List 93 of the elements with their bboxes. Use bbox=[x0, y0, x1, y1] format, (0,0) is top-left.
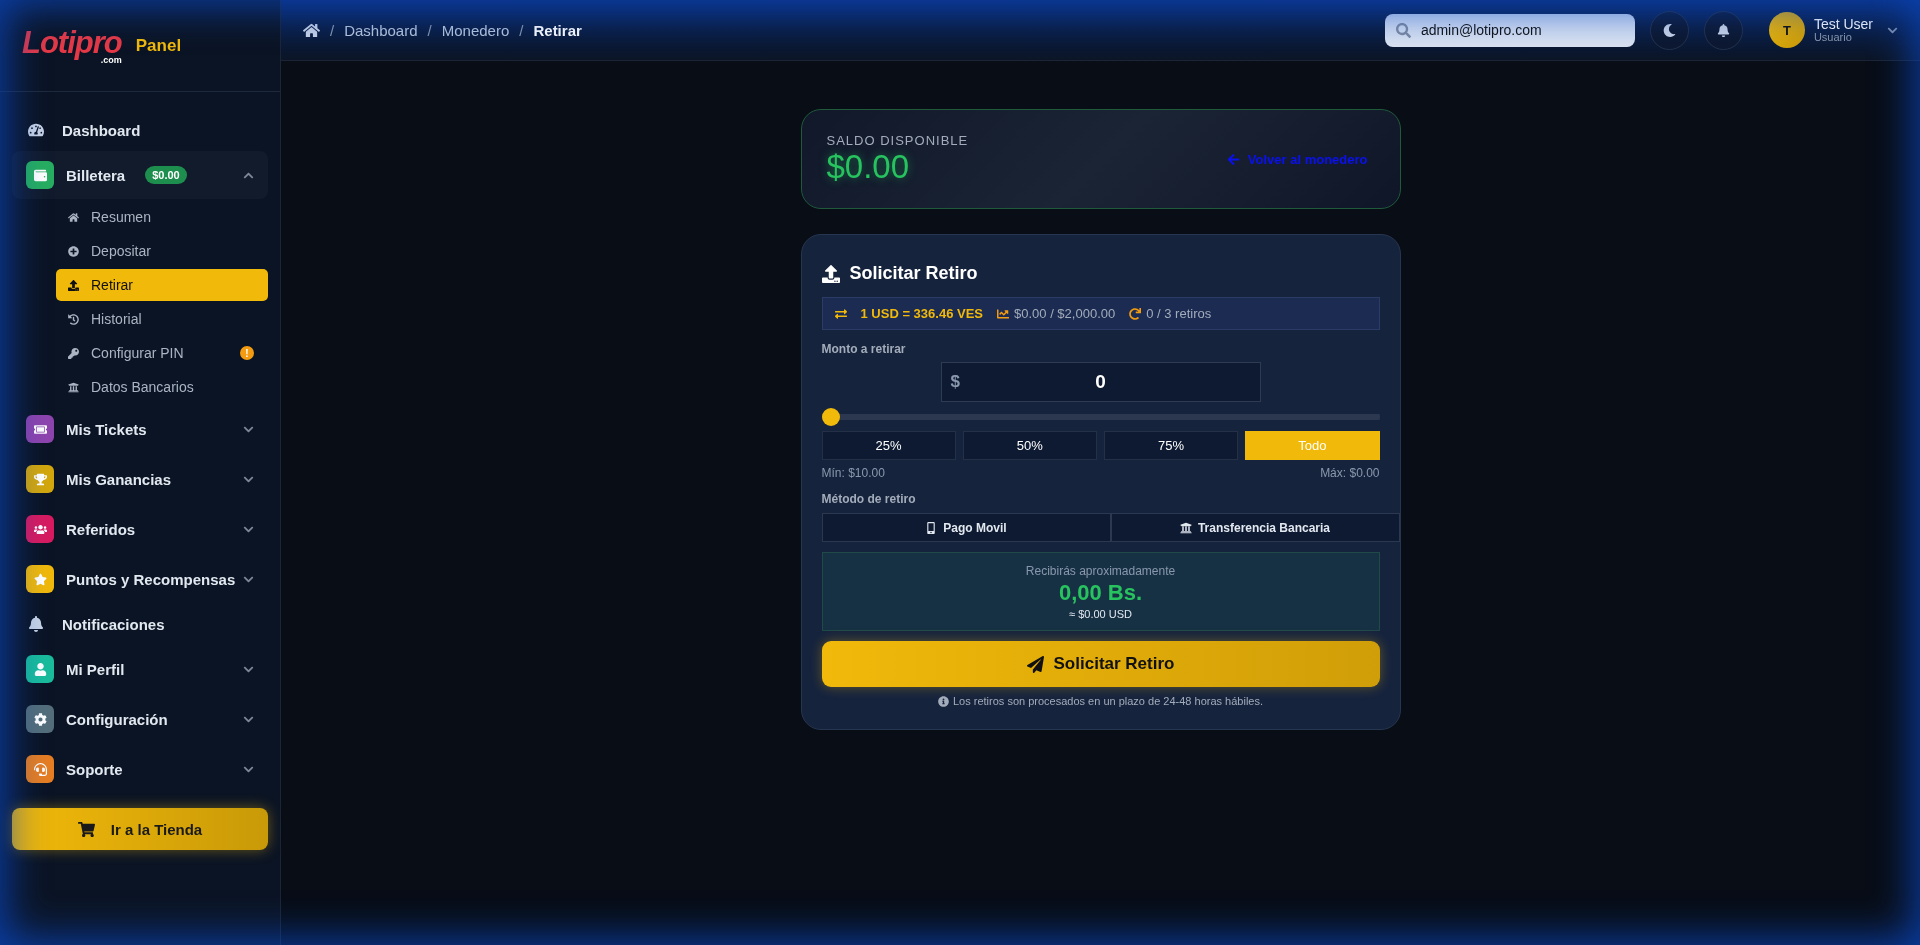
avatar[interactable]: T bbox=[1768, 12, 1805, 48]
field-label: Método de retiro bbox=[821, 492, 917, 506]
balance-label: SALDO DISPONIBLE bbox=[826, 132, 969, 148]
submenu-item[interactable]: Resumen bbox=[56, 201, 268, 233]
submenu-icon bbox=[68, 313, 79, 325]
nav-label: Mi Perfil bbox=[66, 660, 125, 678]
method-option[interactable]: Pago Movil bbox=[821, 513, 1111, 542]
submit-button[interactable]: Solicitar Retiro bbox=[821, 641, 1380, 687]
estimate-usd: ≈ $0.00 USD bbox=[1069, 607, 1132, 620]
estimate-label: Recibirás aproximadamente bbox=[1025, 563, 1176, 578]
exchange-rate: 1 USD = 336.46 VES bbox=[860, 306, 983, 321]
submenu-icon bbox=[68, 381, 79, 393]
home-icon[interactable] bbox=[303, 21, 320, 39]
bank-icon bbox=[1179, 521, 1192, 534]
redo-icon bbox=[1129, 307, 1142, 320]
moon-icon bbox=[1662, 23, 1676, 37]
paper-plane-icon bbox=[1026, 655, 1044, 673]
submenu-item[interactable]: Depositar bbox=[56, 235, 268, 267]
nav-icon bbox=[28, 616, 44, 632]
slider-thumb[interactable] bbox=[821, 408, 840, 426]
cart-icon bbox=[77, 820, 95, 838]
submenu-icon bbox=[68, 279, 79, 291]
submenu-icon bbox=[68, 245, 79, 257]
info-icon bbox=[938, 695, 949, 707]
preset-button[interactable]: 75% bbox=[1104, 431, 1239, 460]
search-field[interactable]: admin@lotipro.com bbox=[1384, 13, 1635, 47]
estimate-value: 0,00 Bs. bbox=[1058, 579, 1143, 606]
nav-group[interactable]: Mi Perfil bbox=[12, 645, 268, 693]
submenu-icon bbox=[68, 347, 79, 359]
submenu-icon bbox=[68, 211, 79, 223]
currency-symbol: $ bbox=[950, 372, 960, 392]
submenu-label: Datos Bancarios bbox=[91, 379, 194, 395]
exchange-icon bbox=[834, 307, 847, 320]
search-icon bbox=[1395, 22, 1411, 38]
phone-icon bbox=[925, 521, 938, 534]
store-button[interactable]: Ir a la Tienda bbox=[12, 808, 268, 850]
nav-label: Dashboard bbox=[62, 121, 141, 139]
submenu-item[interactable]: Datos Bancarios bbox=[56, 371, 268, 403]
breadcrumb-separator: / bbox=[519, 21, 524, 39]
nav-label: Configuración bbox=[66, 710, 168, 728]
field-label: Monto a retirar bbox=[821, 342, 907, 356]
theme-toggle[interactable] bbox=[1649, 10, 1689, 50]
nav-group[interactable]: Referidos bbox=[12, 505, 268, 553]
nav-item[interactable]: Dashboard bbox=[12, 110, 268, 150]
method-option[interactable]: Transferencia Bancaria bbox=[1110, 513, 1400, 542]
arrow-left-icon bbox=[1226, 152, 1240, 166]
notifications-button[interactable] bbox=[1703, 10, 1743, 50]
nav-group[interactable]: Mis Ganancias bbox=[12, 455, 268, 503]
alert-badge: ! bbox=[240, 346, 254, 360]
bell-icon bbox=[1716, 23, 1730, 37]
preset-button[interactable]: 25% bbox=[821, 431, 956, 460]
nav-label: Billetera bbox=[66, 166, 126, 184]
logo-suffix: Panel bbox=[135, 35, 182, 56]
nav-label: Puntos y Recompensas bbox=[66, 570, 236, 588]
breadcrumb-item[interactable]: Dashboard bbox=[344, 21, 418, 39]
submenu-label: Configurar PIN bbox=[91, 345, 184, 361]
nav-label: Referidos bbox=[66, 520, 136, 538]
submenu-label: Resumen bbox=[91, 209, 151, 225]
breadcrumb-separator: / bbox=[330, 21, 335, 39]
nav-icon bbox=[28, 122, 44, 138]
preset-button[interactable]: 50% bbox=[962, 431, 1097, 460]
submenu-label: Historial bbox=[91, 311, 142, 327]
balance-amount: $0.00 bbox=[826, 147, 911, 186]
nav-group[interactable]: Configuración bbox=[12, 695, 268, 743]
balance-badge: $0.00 bbox=[145, 166, 187, 184]
submenu-label: Retirar bbox=[91, 277, 133, 293]
breadcrumb-item[interactable]: Monedero bbox=[441, 21, 510, 39]
limit-stat: $0.00 / $2,000.00 bbox=[1014, 306, 1116, 321]
processing-note: Los retiros son procesados en un plazo de 24-48 horas hábiles. bbox=[953, 695, 1263, 707]
nav-label: Mis Ganancias bbox=[66, 470, 172, 488]
upload-icon bbox=[821, 264, 840, 283]
max-amount: Máx: $0.00 bbox=[1320, 466, 1380, 480]
breadcrumb-separator: / bbox=[427, 21, 432, 39]
nav-label: Soporte bbox=[66, 760, 123, 778]
nav-item[interactable]: Notificaciones bbox=[12, 604, 268, 644]
nav-label: Notificaciones bbox=[62, 615, 165, 633]
breadcrumb-item: Retirar bbox=[533, 21, 582, 39]
submenu-item[interactable]: Retirar bbox=[56, 269, 268, 301]
user-name: Test User bbox=[1813, 16, 1873, 32]
count-stat: 0 / 3 retiros bbox=[1146, 306, 1212, 321]
chart-icon bbox=[997, 307, 1009, 320]
submenu-item[interactable]: Historial bbox=[56, 303, 268, 335]
nav-group[interactable]: Puntos y Recompensas bbox=[12, 555, 268, 603]
min-amount: Mín: $10.00 bbox=[821, 466, 885, 480]
logo: Lotipro .com bbox=[22, 26, 122, 65]
user-role: Usuario bbox=[1813, 31, 1853, 44]
card-title: Solicitar Retiro bbox=[849, 263, 978, 284]
nav-label: Mis Tickets bbox=[66, 420, 147, 438]
submenu-item[interactable]: Configurar PIN ! bbox=[56, 337, 268, 369]
nav-group[interactable]: Soporte bbox=[12, 745, 268, 793]
nav-group[interactable]: Mis Tickets bbox=[12, 405, 268, 453]
submenu-label: Depositar bbox=[91, 243, 151, 259]
nav-group[interactable]: Billetera $0.00 bbox=[12, 151, 268, 199]
